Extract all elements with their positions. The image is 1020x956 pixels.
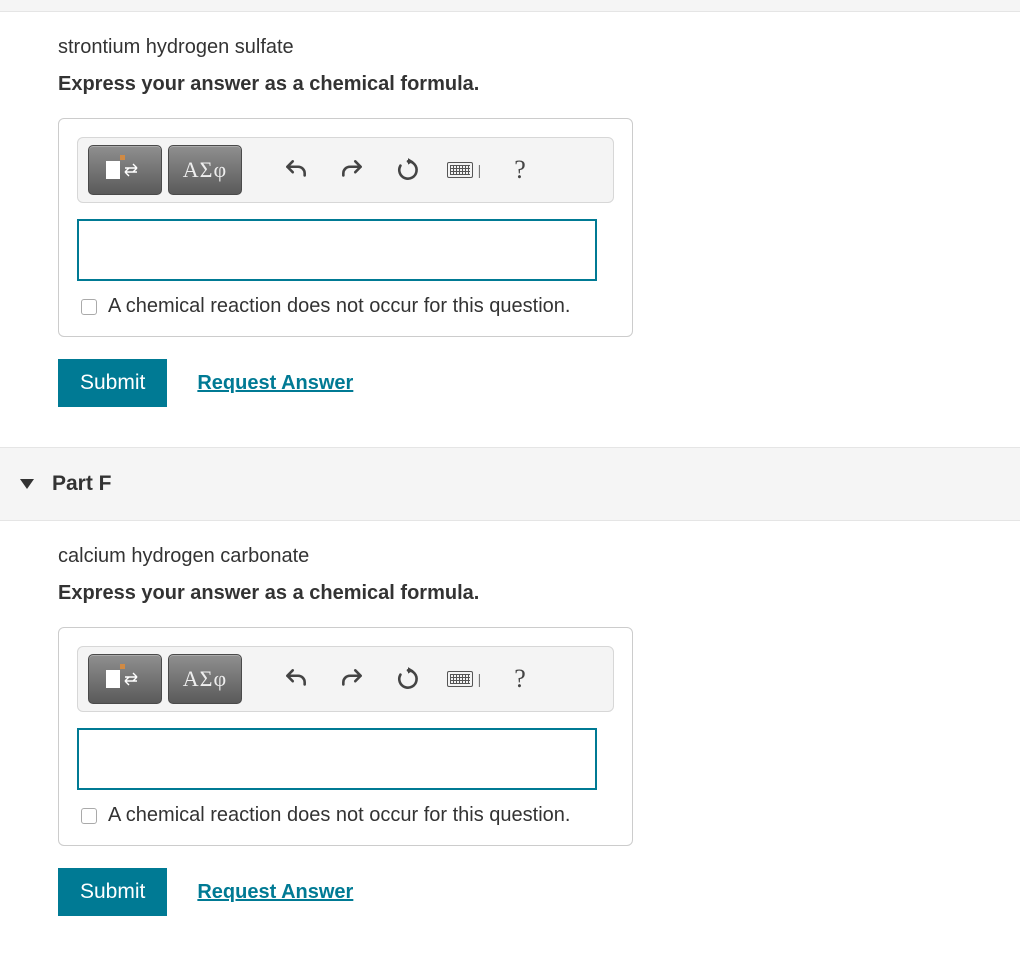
no-reaction-label: A chemical reaction does not occur for t…: [108, 804, 570, 827]
no-reaction-label: A chemical reaction does not occur for t…: [108, 295, 570, 318]
part-f-header[interactable]: Part F: [0, 447, 1020, 521]
submit-button[interactable]: Submit: [58, 359, 167, 407]
formula-builder-button[interactable]: [88, 654, 162, 704]
formula-tools-group: ΑΣφ: [88, 145, 242, 195]
formula-tools-group: ΑΣφ: [88, 654, 242, 704]
answer-input[interactable]: [77, 219, 597, 281]
part-f-content: calcium hydrogen carbonate Express your …: [0, 521, 1020, 956]
no-reaction-row[interactable]: A chemical reaction does not occur for t…: [77, 804, 614, 827]
section-divider: [0, 0, 1020, 12]
keyboard-button[interactable]: |: [436, 654, 492, 704]
greek-symbols-button[interactable]: ΑΣφ: [168, 654, 242, 704]
submit-button[interactable]: Submit: [58, 868, 167, 916]
question-text: strontium hydrogen sulfate: [58, 36, 1020, 59]
editor-toolbar: ΑΣφ | ?: [77, 646, 614, 712]
part-title: Part F: [52, 472, 112, 496]
redo-button[interactable]: [324, 654, 380, 704]
formula-editor: ΑΣφ | ? A chemical reaction does n: [58, 118, 633, 337]
reset-icon: [395, 666, 421, 692]
help-icon: ?: [514, 664, 526, 694]
part-e-content: strontium hydrogen sulfate Express your …: [0, 12, 1020, 447]
redo-icon: [339, 157, 365, 183]
instruction-text: Express your answer as a chemical formul…: [58, 582, 1020, 605]
undo-icon: [283, 666, 309, 692]
help-button[interactable]: ?: [492, 145, 548, 195]
redo-button[interactable]: [324, 145, 380, 195]
keyboard-icon: |: [447, 671, 482, 687]
keyboard-icon: |: [447, 162, 482, 178]
question-text: calcium hydrogen carbonate: [58, 545, 1020, 568]
formula-builder-button[interactable]: [88, 145, 162, 195]
no-reaction-checkbox[interactable]: [81, 299, 97, 315]
answer-input[interactable]: [77, 728, 597, 790]
greek-symbols-button[interactable]: ΑΣφ: [168, 145, 242, 195]
redo-icon: [339, 666, 365, 692]
help-icon: ?: [514, 155, 526, 185]
chevron-down-icon: [20, 479, 34, 489]
formula-editor: ΑΣφ | ? A chemical reaction does n: [58, 627, 633, 846]
undo-button[interactable]: [268, 145, 324, 195]
help-button[interactable]: ?: [492, 654, 548, 704]
no-reaction-checkbox[interactable]: [81, 808, 97, 824]
reset-button[interactable]: [380, 654, 436, 704]
formula-builder-icon: [106, 161, 145, 179]
request-answer-link[interactable]: Request Answer: [197, 881, 353, 904]
editor-toolbar: ΑΣφ | ?: [77, 137, 614, 203]
undo-button[interactable]: [268, 654, 324, 704]
action-row: Submit Request Answer: [58, 359, 1020, 407]
no-reaction-row[interactable]: A chemical reaction does not occur for t…: [77, 295, 614, 318]
greek-symbols-icon: ΑΣφ: [183, 666, 227, 692]
action-row: Submit Request Answer: [58, 868, 1020, 916]
formula-builder-icon: [106, 670, 145, 688]
instruction-text: Express your answer as a chemical formul…: [58, 73, 1020, 96]
keyboard-button[interactable]: |: [436, 145, 492, 195]
reset-button[interactable]: [380, 145, 436, 195]
undo-icon: [283, 157, 309, 183]
reset-icon: [395, 157, 421, 183]
request-answer-link[interactable]: Request Answer: [197, 372, 353, 395]
greek-symbols-icon: ΑΣφ: [183, 157, 227, 183]
